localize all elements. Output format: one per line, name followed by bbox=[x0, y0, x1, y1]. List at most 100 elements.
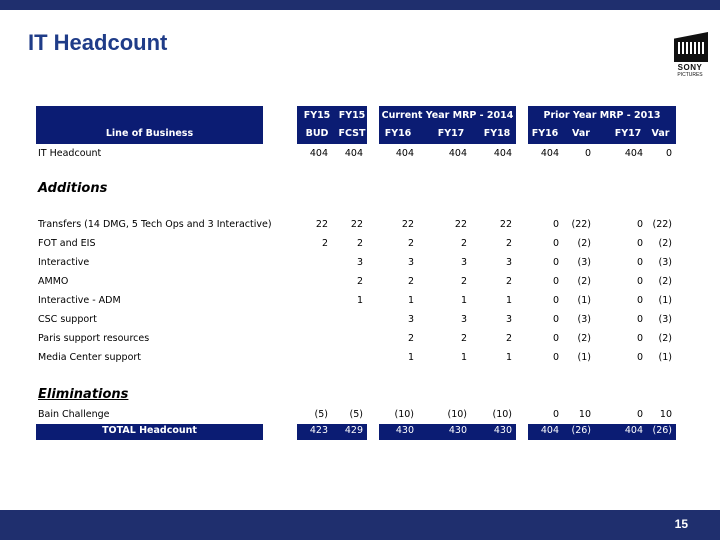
header-prior-fy16: FY16 bbox=[531, 128, 559, 139]
cell-value: (1) bbox=[577, 352, 591, 363]
cell-value: (2) bbox=[577, 333, 591, 344]
cell-value: 430 bbox=[493, 425, 512, 436]
header-var-1: Var bbox=[572, 128, 590, 139]
table-row: AMMO 2 2 2 2 0 (2) 0 (2) bbox=[36, 276, 676, 292]
headcount-table: FY15 FY15 Current Year MRP - 2014 Prior … bbox=[36, 106, 676, 442]
cell-value: 0 bbox=[552, 409, 559, 420]
cell-value: 2 bbox=[407, 333, 414, 344]
table-row: CSC support 3 3 3 0 (3) 0 (3) bbox=[36, 314, 676, 330]
cell-value: 3 bbox=[460, 257, 467, 268]
cell-value: 404 bbox=[395, 148, 414, 159]
cell-value: 0 bbox=[552, 295, 559, 306]
cell-value: 3 bbox=[407, 314, 414, 325]
cell-value: 2 bbox=[460, 333, 467, 344]
cell-value: (2) bbox=[658, 238, 672, 249]
cell-value: (3) bbox=[577, 257, 591, 268]
cell-value: 2 bbox=[505, 238, 512, 249]
cell-value: 2 bbox=[505, 333, 512, 344]
row-label: FOT and EIS bbox=[38, 238, 96, 249]
cell-value: 1 bbox=[460, 352, 467, 363]
cell-value: (1) bbox=[658, 295, 672, 306]
header-fy18: FY18 bbox=[483, 128, 511, 139]
table-row: IT Headcount 404 404 404 404 404 404 0 4… bbox=[36, 148, 676, 164]
cell-value: 3 bbox=[407, 257, 414, 268]
cell-value: 430 bbox=[395, 425, 414, 436]
header-fy17: FY17 bbox=[437, 128, 465, 139]
cell-value: (22) bbox=[652, 219, 672, 230]
cell-value: 2 bbox=[356, 276, 363, 287]
cell-value: 3 bbox=[356, 257, 363, 268]
cell-value: 0 bbox=[552, 333, 559, 344]
cell-value: (26) bbox=[652, 425, 672, 436]
cell-value: 0 bbox=[552, 314, 559, 325]
cell-value: 0 bbox=[552, 219, 559, 230]
page-number: 15 bbox=[674, 517, 688, 531]
table-row: FOT and EIS 2 2 2 2 2 0 (2) 0 (2) bbox=[36, 238, 676, 254]
cell-value: 429 bbox=[344, 425, 363, 436]
cell-value: 10 bbox=[659, 409, 672, 420]
cell-value: 3 bbox=[460, 314, 467, 325]
cell-value: 10 bbox=[578, 409, 591, 420]
total-current-year-band: 430 430 430 bbox=[379, 424, 516, 440]
table-row: Transfers (14 DMG, 5 Tech Ops and 3 Inte… bbox=[36, 219, 676, 235]
section-heading-eliminations: Eliminations bbox=[38, 387, 129, 402]
logo-mark-icon bbox=[674, 32, 708, 62]
cell-value: 1 bbox=[505, 352, 512, 363]
footer-banner: 15 bbox=[0, 510, 720, 540]
cell-value: (3) bbox=[658, 257, 672, 268]
total-label-band: TOTAL Headcount bbox=[36, 424, 263, 440]
row-label: Media Center support bbox=[38, 352, 142, 363]
header-bud: BUD bbox=[305, 128, 329, 139]
cell-value: 430 bbox=[448, 425, 467, 436]
cell-value: 2 bbox=[460, 238, 467, 249]
cell-value: 22 bbox=[401, 219, 414, 230]
cell-value: 0 bbox=[552, 257, 559, 268]
cell-value: (1) bbox=[577, 295, 591, 306]
cell-value: (2) bbox=[577, 276, 591, 287]
row-label: IT Headcount bbox=[38, 148, 102, 159]
cell-value: (5) bbox=[314, 409, 328, 420]
cell-value: 0 bbox=[552, 276, 559, 287]
cell-value: 1 bbox=[460, 295, 467, 306]
cell-value: 0 bbox=[552, 238, 559, 249]
cell-value: 404 bbox=[540, 148, 559, 159]
header-fy16: FY16 bbox=[384, 128, 412, 139]
logo-subtitle: PICTURES bbox=[677, 72, 703, 78]
cell-value: (10) bbox=[492, 409, 512, 420]
header-current-year-group: Current Year MRP - 2014 bbox=[381, 110, 514, 121]
total-prior-year-band: 404 (26) 404 (26) bbox=[528, 424, 676, 440]
cell-value: 22 bbox=[315, 219, 328, 230]
cell-value: 1 bbox=[407, 352, 414, 363]
cell-value: 404 bbox=[540, 425, 559, 436]
cell-value: 2 bbox=[356, 238, 363, 249]
cell-value: (10) bbox=[394, 409, 414, 420]
total-fy15-band: 423 429 bbox=[297, 424, 367, 440]
cell-value: 404 bbox=[344, 148, 363, 159]
header-prior-fy17: FY17 bbox=[614, 128, 642, 139]
total-row-label: TOTAL Headcount bbox=[102, 425, 197, 436]
row-label: Paris support resources bbox=[38, 333, 150, 344]
cell-value: (2) bbox=[658, 276, 672, 287]
cell-value: 3 bbox=[505, 257, 512, 268]
slide-title: IT Headcount bbox=[28, 30, 168, 55]
cell-value: (10) bbox=[447, 409, 467, 420]
logo-wordmark: SONY bbox=[677, 63, 703, 72]
header-fcst: FCST bbox=[338, 128, 366, 139]
cell-value: 1 bbox=[505, 295, 512, 306]
cell-value: (26) bbox=[571, 425, 591, 436]
cell-value: 2 bbox=[407, 238, 414, 249]
cell-value: 404 bbox=[448, 148, 467, 159]
table-row: Interactive 3 3 3 3 0 (3) 0 (3) bbox=[36, 257, 676, 273]
cell-value: (22) bbox=[571, 219, 591, 230]
cell-value: 2 bbox=[321, 238, 328, 249]
cell-value: 1 bbox=[356, 295, 363, 306]
row-label: AMMO bbox=[38, 276, 69, 287]
cell-value: (3) bbox=[577, 314, 591, 325]
cell-value: 22 bbox=[350, 219, 363, 230]
cell-value: 1 bbox=[407, 295, 414, 306]
table-row: Paris support resources 2 2 2 0 (2) 0 (2… bbox=[36, 333, 676, 349]
cell-value: (5) bbox=[349, 409, 363, 420]
row-label: Bain Challenge bbox=[38, 409, 110, 420]
header-fy15-fcst-top: FY15 bbox=[338, 110, 366, 121]
cell-value: 2 bbox=[505, 276, 512, 287]
